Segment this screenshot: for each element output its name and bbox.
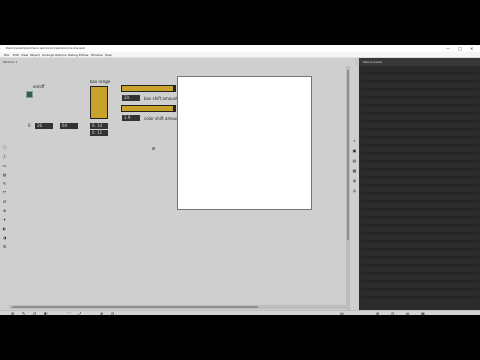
console-row (361, 112, 478, 114)
object-icon[interactable]: ⓐ (2, 154, 7, 159)
vertical-scroll-thumb[interactable] (347, 70, 349, 240)
console-row (361, 256, 478, 258)
patcher-tab-row: Patcher 1 (0, 58, 355, 66)
console-row (361, 264, 478, 266)
box-range-label: box range (90, 79, 111, 84)
console-row (361, 272, 478, 274)
left-toolbar: ⓘ ⓐ ▭ ▤ ✎ ⤧ ⊟ ⊕ ✦ ◐ ◑ ☰ (0, 66, 9, 310)
console-row (361, 224, 478, 226)
message-icon[interactable]: ▤ (2, 172, 7, 177)
console-row (361, 216, 478, 218)
target-icon[interactable]: ◎ (352, 188, 357, 193)
panel-icon[interactable]: ⊟ (2, 199, 7, 204)
star-icon[interactable]: ✦ (2, 217, 7, 222)
console-row (361, 232, 478, 234)
color-shift-label: color shift amount (144, 116, 181, 121)
dsp-icon[interactable]: ⊞ (376, 311, 379, 316)
lock-icon[interactable]: ⊞ (11, 311, 14, 316)
window-title: Demo/example/chaos pendulum/pendulums.ma… (6, 46, 85, 50)
toolbar-list-icon[interactable]: ▤ (340, 311, 344, 316)
console-row (361, 96, 478, 98)
presentation-icon[interactable]: ⊡ (33, 311, 36, 316)
number-box-26[interactable]: 26 (35, 123, 53, 129)
console-title: Max Console (363, 60, 383, 64)
box-shift-label: box shift amount (144, 96, 178, 101)
console-row (361, 80, 478, 82)
grid-icon[interactable]: ▦ (352, 168, 357, 173)
console-header: Max Console (359, 58, 480, 66)
lcd-display[interactable] (177, 76, 312, 210)
bottom-toolbar: ⊞ ✎ ⊡ ◧ ⬚ ⤢ ⊕ ⊟ ▤ ⊞ ⊡ ◍ ▦ (0, 310, 480, 316)
num-left-1[interactable]: 0 (28, 123, 31, 128)
console-row (361, 192, 478, 194)
zoom-in-icon[interactable]: ⊕ (100, 311, 103, 316)
edit-icon[interactable]: ✎ (2, 181, 7, 186)
console-row (361, 184, 478, 186)
minimize-button[interactable]: — (446, 45, 450, 52)
console-row (361, 88, 478, 90)
console-row (361, 240, 478, 242)
console-row (361, 280, 478, 282)
palette-icon[interactable]: ◍ (352, 178, 357, 183)
console-row (361, 248, 478, 250)
box-range-number-2[interactable]: 0. 11 (90, 130, 108, 136)
onoff-label: on/off (33, 84, 45, 89)
console-row (361, 152, 478, 154)
onoff-toggle[interactable] (26, 91, 33, 98)
box-shift-number[interactable]: 20. (122, 95, 140, 101)
color-shift-slider[interactable] (121, 105, 176, 112)
console-row (361, 120, 478, 122)
list-icon[interactable]: ☰ (2, 244, 7, 249)
box-shift-slider[interactable] (121, 85, 176, 92)
maximize-button[interactable]: □ (458, 45, 462, 52)
max-console-panel: Max Console (359, 58, 480, 310)
mouse-cursor (152, 147, 155, 150)
info-icon[interactable]: ⓘ (2, 145, 7, 150)
package-icon[interactable]: ▦ (421, 311, 425, 316)
console-row (361, 200, 478, 202)
zoom-out-icon[interactable]: ⊟ (111, 311, 114, 316)
horizontal-scroll-thumb[interactable] (12, 306, 258, 308)
tab-patcher[interactable]: Patcher 1 (3, 58, 17, 66)
contrast-icon[interactable]: ◑ (2, 235, 7, 240)
console-row (361, 288, 478, 290)
add-icon[interactable]: ⊕ (2, 208, 7, 213)
title-bar: Demo/example/chaos pendulum/pendulums.ma… (0, 45, 480, 52)
console-row (361, 136, 478, 138)
comment-icon[interactable]: ▭ (2, 163, 7, 168)
console-row (361, 144, 478, 146)
console-row (361, 160, 478, 162)
frame-icon[interactable]: ⬚ (67, 311, 71, 316)
console-row (361, 296, 478, 298)
console-row (361, 104, 478, 106)
grid-snap-icon[interactable]: ◧ (44, 311, 48, 316)
audio-icon[interactable]: ◍ (406, 311, 410, 316)
console-row (361, 168, 478, 170)
app-window: Demo/example/chaos pendulum/pendulums.ma… (0, 45, 480, 316)
close-button[interactable]: ✕ (470, 45, 473, 52)
console-row (361, 72, 478, 74)
right-toolbar: ⌕ ▣ ▤ ▦ ◍ ◎ (350, 66, 359, 310)
search-icon[interactable]: ⌕ (352, 138, 357, 143)
half-circle-icon[interactable]: ◐ (2, 226, 7, 231)
console-row (361, 128, 478, 130)
inspector-icon[interactable]: ▣ (352, 148, 357, 153)
patcher-canvas[interactable]: on/off 0 26 64 box range 0. 14 0. 11 20.… (9, 66, 346, 310)
resize-icon[interactable]: ⤢ (78, 311, 81, 316)
color-shift-number[interactable]: 1.9 (122, 115, 140, 121)
console-row (361, 208, 478, 210)
console-row (361, 176, 478, 178)
connect-icon[interactable]: ⤧ (2, 190, 7, 195)
box-range-slider[interactable] (90, 86, 108, 119)
mixer-icon[interactable]: ⊡ (391, 311, 394, 316)
edit-mode-icon[interactable]: ✎ (22, 311, 25, 316)
number-box-64[interactable]: 64 (60, 123, 78, 129)
console-icon[interactable]: ▤ (352, 158, 357, 163)
box-range-number-1[interactable]: 0. 14 (90, 123, 108, 129)
